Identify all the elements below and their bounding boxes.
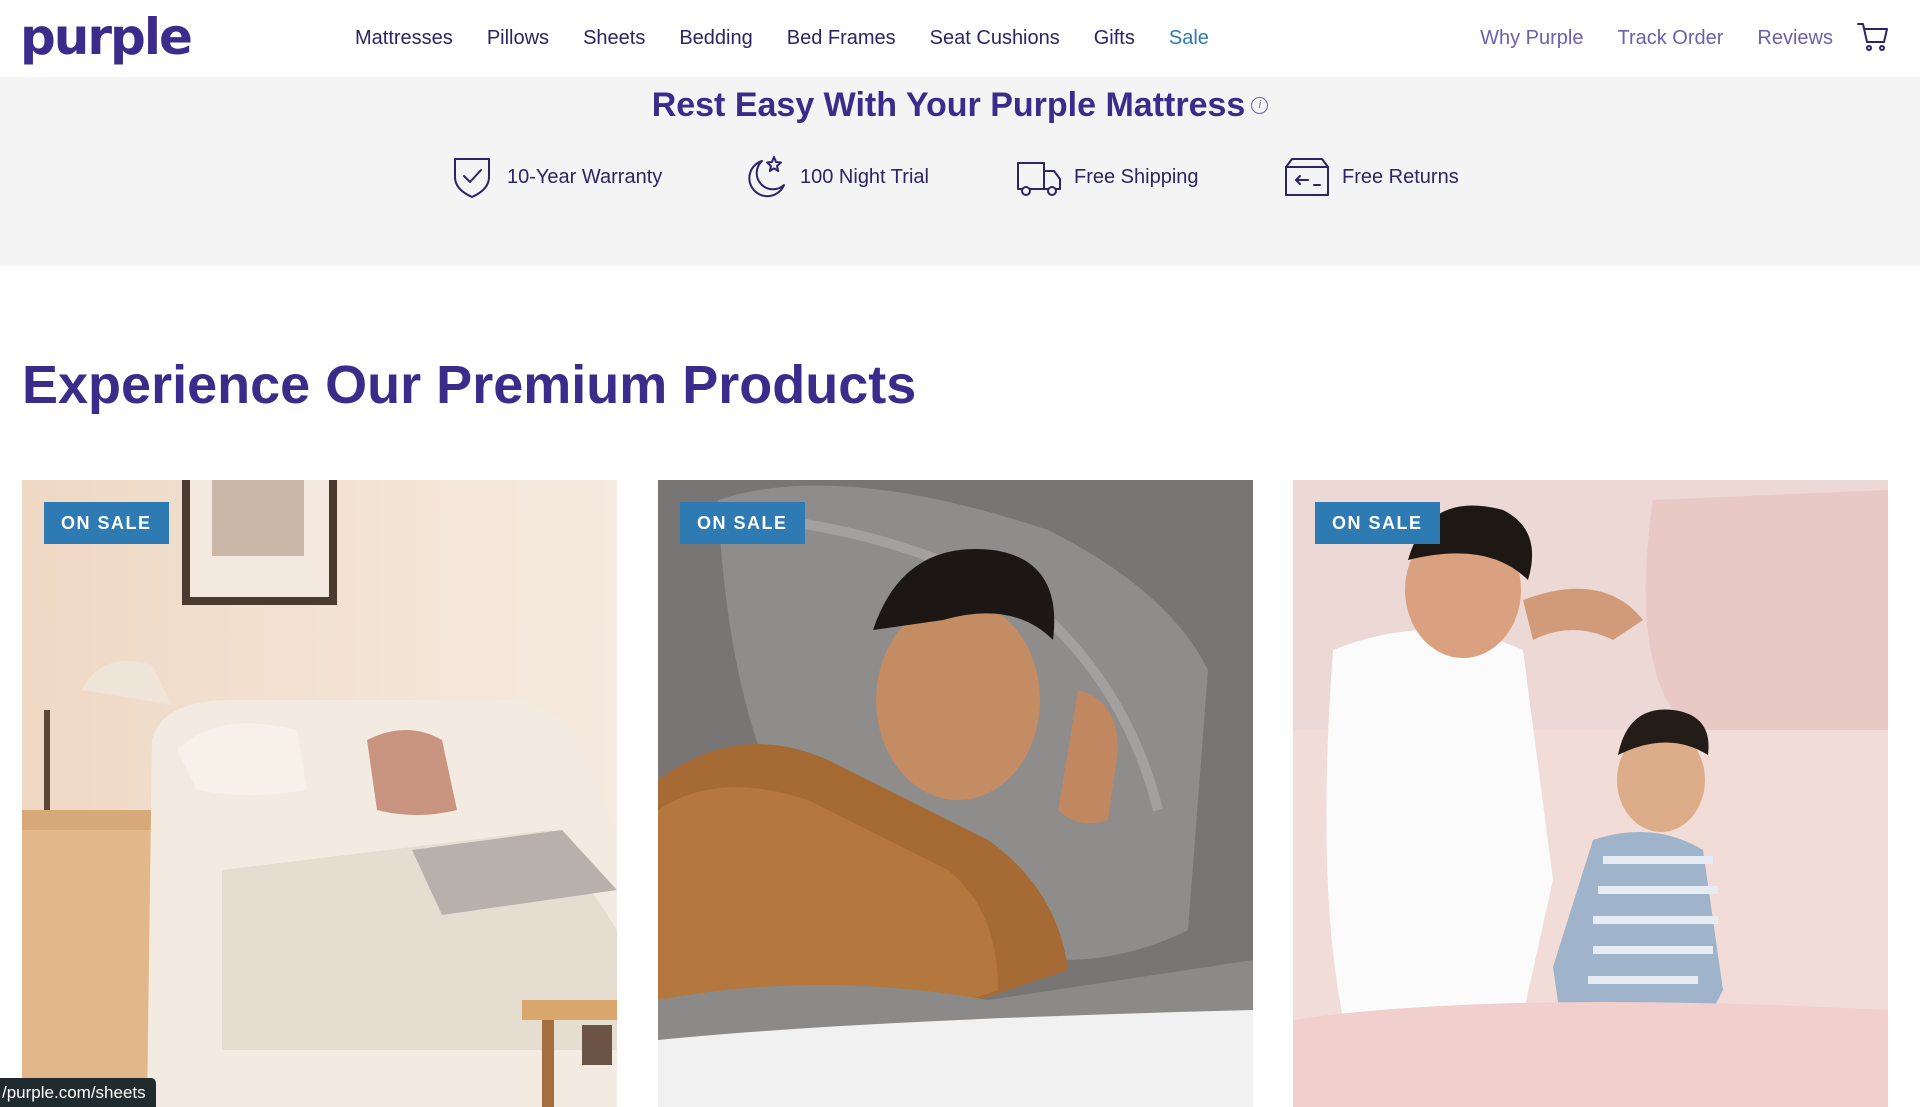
benefit-warranty: 10-Year Warranty bbox=[449, 152, 662, 202]
product-card-2[interactable]: ON SALE bbox=[658, 480, 1253, 1107]
promise-title: Rest Easy With Your Purple Mattress i bbox=[0, 77, 1920, 130]
benefit-label: 10-Year Warranty bbox=[507, 165, 663, 188]
nav-reviews[interactable]: Reviews bbox=[1757, 27, 1833, 50]
nav-gifts[interactable]: Gifts bbox=[1094, 27, 1135, 50]
benefit-returns: Free Returns bbox=[1284, 152, 1459, 202]
on-sale-badge: ON SALE bbox=[680, 502, 805, 544]
benefit-label: Free Returns bbox=[1342, 165, 1459, 188]
site-header: purple Mattresses Pillows Sheets Bedding… bbox=[0, 0, 1920, 77]
nav-track-order[interactable]: Track Order bbox=[1617, 27, 1723, 50]
promise-title-text: Rest Easy With Your Purple Mattress bbox=[651, 86, 1246, 124]
on-sale-badge: ON SALE bbox=[44, 502, 169, 544]
nav-bedding[interactable]: Bedding bbox=[679, 27, 752, 50]
nav-why-purple[interactable]: Why Purple bbox=[1480, 27, 1583, 50]
nav-bed-frames[interactable]: Bed Frames bbox=[787, 27, 896, 50]
truck-icon bbox=[1017, 162, 1061, 196]
benefits-row: 10-Year Warranty 100 Night Trial Free Sh… bbox=[0, 152, 1920, 202]
father-and-son-in-bed-photo bbox=[1293, 480, 1888, 1107]
product-card-3[interactable]: ON SALE bbox=[1293, 480, 1888, 1107]
product-card-1[interactable]: ON SALE bbox=[22, 480, 617, 1107]
nav-seat-cushions[interactable]: Seat Cushions bbox=[930, 27, 1060, 50]
purple-logo[interactable]: purple bbox=[20, 8, 193, 66]
benefit-label: 100 Night Trial bbox=[800, 165, 929, 188]
return-box-icon bbox=[1285, 158, 1329, 196]
benefit-label: Free Shipping bbox=[1074, 165, 1199, 188]
man-sleeping-on-pillow-photo bbox=[658, 480, 1253, 1107]
nav-mattresses[interactable]: Mattresses bbox=[355, 27, 453, 50]
benefit-shipping: Free Shipping bbox=[1016, 152, 1199, 202]
moon-star-icon bbox=[748, 156, 785, 198]
benefit-trial: 100 Night Trial bbox=[742, 152, 929, 202]
cart-icon[interactable] bbox=[1856, 20, 1890, 54]
nav-sale[interactable]: Sale bbox=[1169, 27, 1209, 50]
bedroom-adjustable-bed-photo bbox=[22, 480, 617, 1107]
utility-nav: Why Purple Track Order Reviews bbox=[1446, 0, 1833, 77]
on-sale-badge: ON SALE bbox=[1315, 502, 1440, 544]
nav-sheets[interactable]: Sheets bbox=[583, 27, 645, 50]
link-preview-status: /purple.com/sheets bbox=[0, 1078, 156, 1107]
promise-bar: Rest Easy With Your Purple Mattress i 10-… bbox=[0, 77, 1920, 266]
main-nav: Mattresses Pillows Sheets Bedding Bed Fr… bbox=[355, 0, 1243, 77]
shield-check-icon bbox=[454, 158, 490, 198]
products-heading: Experience Our Premium Products bbox=[22, 355, 917, 415]
info-icon[interactable]: i bbox=[1251, 96, 1269, 114]
nav-pillows[interactable]: Pillows bbox=[487, 27, 549, 50]
